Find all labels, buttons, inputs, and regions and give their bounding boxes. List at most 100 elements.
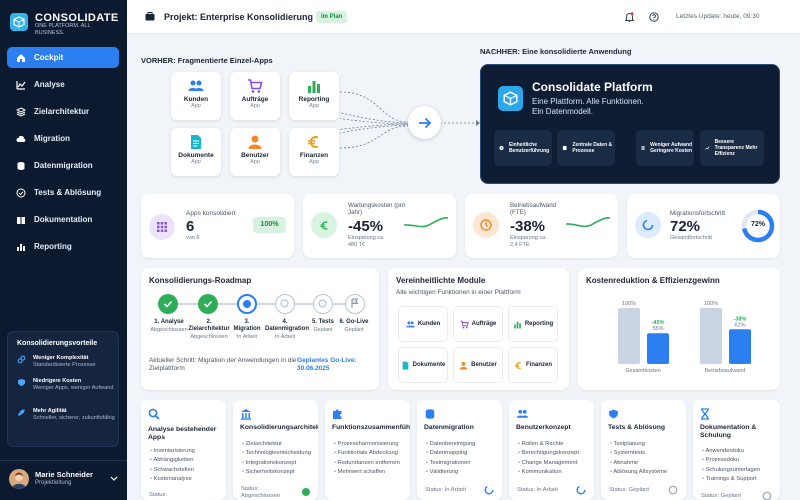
module-finanzen[interactable]: Finanzen bbox=[508, 347, 558, 383]
user-icon bbox=[460, 361, 468, 369]
benefits-panel: Konsolidierungsvorteile Weniger Komplexi… bbox=[7, 331, 119, 447]
clock-icon bbox=[473, 212, 499, 238]
module-benutzer[interactable]: Benutzer bbox=[453, 347, 503, 383]
cost-bar bbox=[700, 308, 722, 364]
modules-sub: Alle wichtigen Funktionen in einer Platt… bbox=[396, 289, 521, 296]
phase-item: Mehrwert schaffen bbox=[334, 468, 400, 477]
database-icon bbox=[17, 161, 25, 170]
bar-label: Gesamtkosten bbox=[625, 368, 660, 374]
bar-label: 100% bbox=[622, 301, 636, 307]
cost-bar bbox=[729, 329, 751, 364]
status-progress-icon bbox=[576, 485, 586, 495]
feature-label: Einheitliche Benutzerführung bbox=[508, 142, 550, 154]
status-pending-icon bbox=[668, 485, 678, 495]
phase-card[interactable]: Benutzerkonzept Rollen & RechteBerechtig… bbox=[509, 400, 594, 500]
layers-icon bbox=[16, 106, 26, 117]
phase-item: Schulungsunterlagen bbox=[702, 466, 760, 475]
nav-item-tests[interactable]: Tests & Ablösung bbox=[7, 182, 119, 203]
phase-item: Berechtigungskonzept bbox=[518, 449, 579, 458]
phase-item: Schwachstellen bbox=[150, 466, 195, 475]
project-title: Projekt: Enterprise Konsolidierung bbox=[164, 12, 314, 22]
phase-status: Status: Geplant bbox=[701, 493, 741, 499]
platform-card: Consolidate Platform Eine Plattform. All… bbox=[480, 64, 780, 184]
sidebar: CONSOLIDATE ONE PLATFORM. ALL BUSINESS. … bbox=[0, 0, 127, 500]
phase-card[interactable]: Analyse bestehender Apps Inventarisierun… bbox=[141, 400, 226, 500]
module-reporting[interactable]: Reporting bbox=[508, 306, 558, 342]
benefit-sub: Standardisierte Prozesse bbox=[33, 362, 96, 368]
phase-item: Kommunikation bbox=[518, 468, 579, 477]
user-role: Projektleitung bbox=[35, 480, 72, 486]
progress-icon bbox=[635, 212, 661, 238]
phase-item: Integrationskonzept bbox=[242, 459, 311, 468]
app-name: Aufträge bbox=[241, 96, 269, 103]
app-tile-finanzen: Finanzen App bbox=[289, 128, 339, 176]
module-dokumente[interactable]: Dokumente bbox=[398, 347, 448, 383]
module-kunden[interactable]: Kunden bbox=[398, 306, 448, 342]
phase-item: Abnahme bbox=[610, 459, 667, 468]
kpi-label: Migrationsfortschritt bbox=[670, 210, 725, 217]
bank-icon bbox=[241, 409, 251, 420]
step-status: Abgeschlossen bbox=[190, 334, 228, 340]
kpi-sub: Einsparung ca. 2,4 FTE bbox=[510, 235, 547, 248]
euro-icon bbox=[308, 136, 319, 148]
app-name: Kunden bbox=[183, 96, 209, 103]
kpi-value: 72% bbox=[670, 218, 701, 235]
nav-label: Reporting bbox=[34, 242, 72, 251]
app-name: Dokumente bbox=[178, 152, 214, 159]
nav-item-zielarchitektur[interactable]: Zielarchitektur bbox=[7, 101, 119, 122]
step-status: Geplant bbox=[344, 327, 364, 333]
module-auftraege[interactable]: Aufträge bbox=[453, 306, 503, 342]
bell-icon[interactable] bbox=[625, 12, 634, 22]
phase-card[interactable]: Funktionszusammenführung Prozessharmonis… bbox=[325, 400, 410, 500]
shield-icon bbox=[609, 409, 618, 419]
kpi-sub: von 6 bbox=[186, 235, 200, 241]
nav-item-datenmigration[interactable]: Datenmigration bbox=[7, 155, 119, 176]
nav-item-cockpit[interactable]: Cockpit bbox=[7, 47, 119, 68]
status-badge: Im Plan bbox=[316, 11, 348, 23]
nav-item-migration[interactable]: Migration bbox=[7, 128, 119, 149]
phase-item: Anwenderdoku bbox=[702, 447, 760, 456]
kpi-apps-card: Apps konsolidiert 6 von 6 100% bbox=[141, 194, 294, 258]
ring-label: 72% bbox=[750, 221, 765, 228]
app-tile-dokumente: Dokumente App bbox=[171, 128, 221, 176]
roadmap-card: Konsolidierungs-Roadmap 1. Analyse 2. Zi… bbox=[141, 268, 379, 390]
nav-item-dokumentation[interactable]: Dokumentation bbox=[7, 209, 119, 230]
bar-label: 55% bbox=[652, 326, 663, 332]
trend-sparkline bbox=[403, 217, 449, 228]
step-label: 3. Migration bbox=[233, 319, 261, 332]
hourglass-icon bbox=[701, 408, 709, 420]
phase-item: Redundanzen entfernen bbox=[334, 459, 400, 468]
phase-item: Change Management bbox=[518, 459, 579, 468]
search-icon bbox=[148, 408, 160, 420]
phase-card[interactable]: Tests & Ablösung TestplanungSystemtestsA… bbox=[601, 400, 686, 500]
phase-card[interactable]: Dokumentation & Schulung AnwenderdokuPro… bbox=[693, 400, 780, 500]
phase-items: InventarisierungAbhängigkeitenSchwachste… bbox=[150, 447, 195, 485]
phase-items: AnwenderdokuProzessdokuSchulungsunterlag… bbox=[702, 447, 760, 485]
help-icon[interactable] bbox=[649, 12, 659, 22]
phase-item: Testplanung bbox=[610, 440, 667, 449]
book-icon bbox=[17, 216, 25, 224]
roadmap-title: Konsolidierungs-Roadmap bbox=[149, 276, 252, 285]
phase-status: Status: Geplant bbox=[609, 487, 649, 493]
module-label: Kunden bbox=[417, 321, 441, 327]
euro-icon bbox=[515, 361, 522, 369]
phase-card[interactable]: Datenmigration DatenbereinigungDatenmapp… bbox=[417, 400, 502, 500]
step-label: 1. Analyse bbox=[154, 319, 184, 325]
cost-bar bbox=[647, 333, 669, 364]
phase-item: Technologieentscheidung bbox=[242, 449, 311, 458]
chevron-down-icon[interactable] bbox=[110, 476, 118, 482]
benefit-item: Niedrigere Kosten Weniger Apps, weniger A… bbox=[17, 378, 123, 392]
user-icon bbox=[248, 135, 262, 149]
app-sub: App bbox=[309, 103, 319, 109]
phase-item: Kostenanalyse bbox=[150, 475, 195, 484]
bar-chart-icon bbox=[17, 243, 25, 251]
nav-item-reporting[interactable]: Reporting bbox=[7, 236, 119, 257]
feature-item: Weniger Aufwand Geringere Kosten bbox=[636, 130, 694, 166]
phase-item: Abhängigkeiten bbox=[150, 456, 195, 465]
benefit-sub: Schneller, sicherer, zukunftsfähig bbox=[33, 415, 115, 421]
status-progress-icon bbox=[484, 485, 494, 495]
phase-item: Sicherheitskonzept bbox=[242, 468, 311, 477]
phase-card[interactable]: Konsolidierungsarchitektur Zielarchitekt… bbox=[233, 400, 318, 500]
costs-card: Kostenreduktion & Effizienzgewinn 100% -4… bbox=[578, 268, 780, 390]
nav-item-analyse[interactable]: Analyse bbox=[7, 74, 119, 95]
